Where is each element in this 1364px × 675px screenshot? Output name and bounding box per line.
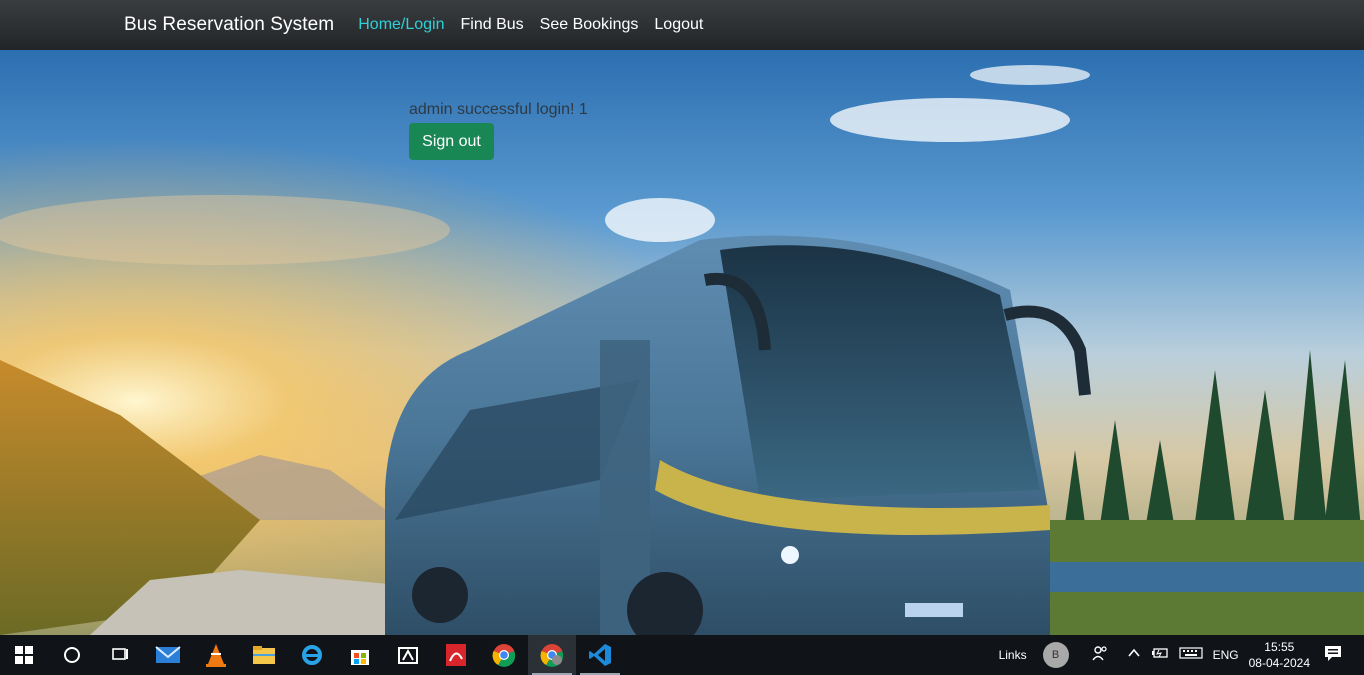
people-icon[interactable]: [1091, 644, 1109, 667]
vlc-icon[interactable]: [192, 635, 240, 675]
nav-home-login[interactable]: Home/Login: [358, 16, 444, 34]
hero-background-image: [0, 50, 1364, 635]
nav-logout[interactable]: Logout: [654, 16, 703, 34]
cortana-search-icon[interactable]: [48, 635, 96, 675]
internet-explorer-icon[interactable]: [288, 635, 336, 675]
sign-out-button[interactable]: Sign out: [409, 123, 494, 160]
chrome-profile-icon[interactable]: [528, 635, 576, 675]
pdf-reader-icon[interactable]: [432, 635, 480, 675]
language-indicator[interactable]: ENG: [1213, 648, 1239, 662]
notification-icon[interactable]: [1324, 644, 1342, 667]
hero-section: admin successful login! 1 Sign out: [0, 50, 1364, 635]
login-status-message: admin successful login! 1: [409, 101, 588, 118]
avatar[interactable]: B: [1042, 642, 1069, 668]
system-tray: Links B ENG 15:55 08-04-2024: [999, 635, 1364, 675]
nav-find-bus[interactable]: Find Bus: [461, 16, 524, 34]
brand-link[interactable]: Bus Reservation System: [124, 14, 334, 36]
store-icon[interactable]: [336, 635, 384, 675]
media-icon[interactable]: [384, 635, 432, 675]
clock[interactable]: 15:55 08-04-2024: [1249, 639, 1310, 671]
clock-date: 08-04-2024: [1248, 656, 1310, 670]
nav-see-bookings[interactable]: See Bookings: [540, 16, 639, 34]
navbar: Bus Reservation System Home/Login Find B…: [0, 0, 1364, 50]
chevron-up-icon[interactable]: [1127, 646, 1141, 665]
windows-taskbar: Links B ENG 15:55 08-04-2024: [0, 635, 1364, 675]
keyboard-icon[interactable]: [1178, 646, 1203, 665]
vscode-icon[interactable]: [576, 635, 624, 675]
task-view-icon[interactable]: [96, 635, 144, 675]
links-toolbar[interactable]: Links: [999, 648, 1027, 662]
file-explorer-icon[interactable]: [240, 635, 288, 675]
chrome-icon[interactable]: [480, 635, 528, 675]
windows-start-icon[interactable]: [0, 635, 48, 675]
clock-time: 15:55: [1264, 640, 1295, 654]
battery-icon[interactable]: [1151, 646, 1169, 665]
mail-icon[interactable]: [144, 635, 192, 675]
